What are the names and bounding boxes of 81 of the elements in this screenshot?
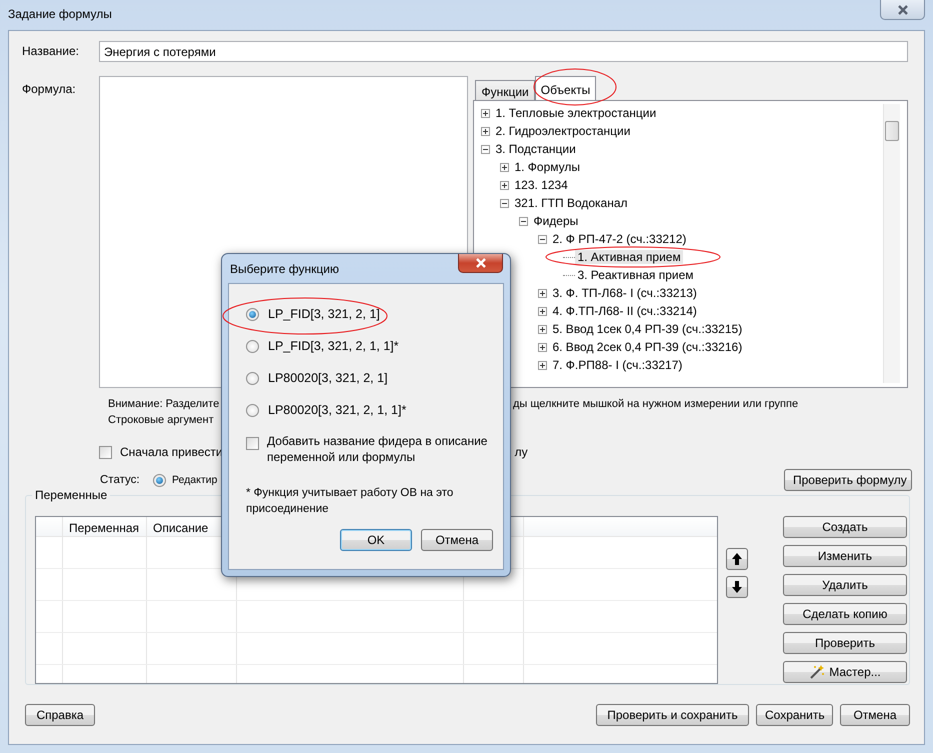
scrollbar[interactable]: [883, 104, 900, 383]
radio-button[interactable]: [153, 474, 166, 486]
tab[interactable]: Объекты: [534, 76, 596, 100]
checkbox[interactable]: [246, 437, 259, 450]
status-label: Статус:: [100, 474, 141, 486]
expand-icon[interactable]: [481, 108, 490, 118]
expand-icon[interactable]: [500, 180, 510, 190]
action-button[interactable]: Изменить: [783, 545, 907, 567]
tree-item[interactable]: 321. ГТП Водоканал: [512, 196, 630, 210]
tree-item[interactable]: 4. Ф.ТП-Л68- II (сч.:33214): [550, 304, 699, 318]
action-button[interactable]: Создать: [783, 516, 907, 538]
close-button[interactable]: [880, 0, 925, 20]
footnote-text: * Функция учитывает работу ОВ на это присоединение: [246, 486, 454, 517]
action-button[interactable]: Сделать копию: [783, 603, 907, 625]
name-label: Название:: [22, 44, 80, 58]
close-icon: [474, 258, 486, 268]
window-title: Задание формулы: [8, 7, 112, 21]
arrow-up-icon: [732, 553, 742, 565]
check-formula-button[interactable]: Проверить формулу: [784, 469, 912, 491]
collapse-icon[interactable]: [481, 144, 490, 154]
collapse-icon[interactable]: [500, 198, 510, 208]
tab[interactable]: Функции: [475, 80, 535, 100]
radio-button[interactable]: [246, 372, 259, 384]
footer-button[interactable]: Сохранить: [756, 704, 833, 726]
move-down-button[interactable]: [726, 576, 748, 598]
checkbox-label: Сначала привести: [120, 445, 223, 459]
cancel-button[interactable]: Отмена: [421, 529, 493, 551]
radio-label: LP80020[3, 321, 2, 1]: [268, 371, 388, 385]
footer-button[interactable]: Проверить и сохранить: [596, 704, 749, 726]
action-button[interactable]: Проверить: [783, 632, 907, 654]
checkbox[interactable]: [99, 446, 112, 458]
radio-button[interactable]: [246, 340, 259, 352]
note-text: ды щелкните мышкой на нужном измерении или группе: [513, 397, 798, 412]
note-text: Строковые аргумент: [108, 413, 214, 428]
radio-label: LP_FID[3, 321, 2, 1]: [268, 307, 380, 321]
tree-item[interactable]: 2. Гидроэлектростанции: [493, 124, 632, 138]
ok-button[interactable]: OK: [340, 529, 412, 551]
collapse-icon[interactable]: [538, 234, 548, 244]
radio-button[interactable]: [246, 308, 259, 320]
name-field[interactable]: Энергия с потерями: [99, 40, 908, 62]
move-up-button[interactable]: [726, 548, 748, 570]
column-header[interactable]: Переменная: [69, 521, 139, 535]
formula-label: Формула:: [22, 81, 77, 98]
radio-label: Редактир: [172, 474, 218, 486]
checkbox-label: Добавить название фидера в описание переменной или формулы: [267, 433, 488, 465]
collapse-icon[interactable]: [519, 216, 528, 226]
expand-icon[interactable]: [481, 126, 490, 136]
tree-item[interactable]: 1. Формулы: [512, 160, 582, 174]
magic-wand-icon: [809, 665, 826, 679]
tree-item[interactable]: 3. Реактивная прием: [575, 268, 696, 282]
dialog-title: Выберите функцию: [230, 262, 339, 276]
help-button[interactable]: Справка: [25, 704, 95, 726]
expand-icon[interactable]: [538, 342, 548, 352]
tree-item[interactable]: Фидеры: [531, 214, 580, 228]
tree-item[interactable]: 3. Ф. ТП-Л68- I (сч.:33213): [550, 286, 699, 300]
tree-item[interactable]: 2. Ф РП-47-2 (сч.:33212): [550, 232, 688, 246]
expand-icon[interactable]: [500, 162, 510, 172]
expand-icon[interactable]: [538, 288, 548, 298]
expand-icon[interactable]: [538, 324, 548, 334]
tree-item[interactable]: 123. 1234: [512, 178, 570, 192]
expand-icon[interactable]: [538, 306, 548, 316]
action-button[interactable]: Мастер...: [783, 661, 907, 683]
expand-icon[interactable]: [538, 360, 548, 370]
footer-button[interactable]: Отмена: [840, 704, 910, 726]
close-button[interactable]: [458, 254, 503, 273]
tree-item[interactable]: 1. Тепловые электростанции: [493, 106, 658, 120]
arrow-down-icon: [732, 581, 742, 593]
group-title: Переменные: [32, 488, 110, 502]
radio-button[interactable]: [246, 404, 259, 416]
tree-item[interactable]: 1. Активная прием: [575, 250, 683, 264]
note-text: Внимание: Разделите: [108, 397, 220, 412]
checkbox-label: лу: [514, 445, 528, 459]
tree-item[interactable]: 7. Ф.РП88- I (сч.:33217): [550, 358, 684, 372]
column-header[interactable]: Описание: [153, 521, 208, 535]
radio-label: LP80020[3, 321, 2, 1, 1]*: [268, 403, 406, 417]
close-icon: [896, 4, 908, 14]
action-button[interactable]: Удалить: [783, 574, 907, 596]
radio-label: LP_FID[3, 321, 2, 1, 1]*: [268, 339, 399, 353]
tree-item[interactable]: 5. Ввод 1сек 0,4 РП-39 (сч.:33215): [550, 322, 744, 336]
tree-item[interactable]: 3. Подстанции: [493, 142, 578, 156]
tree-item[interactable]: 6. Ввод 2сек 0,4 РП-39 (сч.:33216): [550, 340, 744, 354]
